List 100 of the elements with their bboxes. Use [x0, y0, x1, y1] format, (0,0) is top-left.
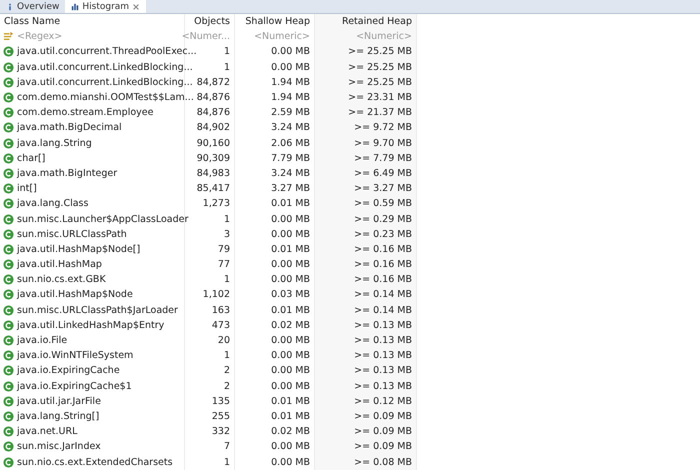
class-icon — [3, 396, 14, 407]
retained-heap-cell: >= 9.70 MB — [315, 136, 417, 151]
class-icon — [3, 244, 14, 255]
retained-heap-cell: >= 0.23 MB — [315, 226, 417, 242]
class-name-cell: java.util.concurrent.LinkedBlocking... — [17, 76, 193, 88]
class-name-cell: java.io.ExpiringCache$1 — [17, 380, 132, 392]
class-icon — [3, 289, 14, 300]
objects-cell: 90,309 — [185, 150, 235, 166]
retained-heap-cell: >= 23.31 MB — [315, 90, 417, 106]
retained-heap-cell: >= 0.13 MB — [315, 378, 417, 394]
retained-heap-cell: >= 6.49 MB — [315, 166, 417, 182]
class-icon — [3, 107, 14, 118]
class-name-cell: com.demo.mianshi.OOMTest$$Lam... — [17, 92, 194, 104]
filter-icon — [3, 31, 14, 42]
class-icon — [3, 214, 14, 225]
class-name-cell: java.io.ExpiringCache — [17, 365, 120, 376]
retained-heap-cell: >= 0.12 MB — [315, 394, 417, 409]
objects-cell: 1,102 — [185, 287, 235, 303]
objects-cell: 135 — [185, 394, 235, 409]
objects-cell: 163 — [185, 302, 235, 318]
class-name-cell: java.util.LinkedHashMap$Entry — [17, 320, 164, 331]
class-icon — [3, 335, 14, 346]
retained-heap-cell: >= 0.16 MB — [315, 272, 417, 288]
class-icon — [3, 441, 14, 452]
class-name-cell: java.util.concurrent.LinkedBlocking... — [17, 62, 193, 73]
objects-cell: 1 — [185, 454, 235, 470]
class-icon — [3, 76, 14, 88]
column-header[interactable]: Retained Heap — [315, 14, 417, 30]
class-icon — [3, 138, 14, 149]
class-name-cell: sun.nio.cs.ext.GBK — [17, 274, 106, 286]
class-name-cell: java.math.BigDecimal — [17, 122, 122, 134]
class-name-cell: java.util.HashMap — [17, 259, 102, 270]
objects-cell: 2 — [185, 363, 235, 378]
close-icon[interactable] — [132, 2, 140, 10]
class-name-cell: sun.misc.Launcher$AppClassLoader — [17, 214, 188, 225]
class-icon — [3, 92, 14, 104]
class-icon — [3, 198, 14, 210]
class-icon — [3, 46, 14, 58]
class-name-cell: java.lang.Class — [17, 198, 88, 210]
objects-cell: 1,273 — [185, 196, 235, 212]
objects-cell: 2 — [185, 378, 235, 394]
retained-heap-cell: >= 0.59 MB — [315, 196, 417, 212]
class-name-cell: java.util.HashMap$Node — [17, 289, 133, 300]
class-icon — [3, 183, 14, 194]
retained-heap-cell: >= 0.14 MB — [315, 302, 417, 318]
class-name-cell: sun.nio.cs.ext.ExtendedCharsets — [17, 456, 173, 468]
class-icon — [3, 274, 14, 286]
objects-cell: 79 — [185, 242, 235, 257]
objects-cell: 84,902 — [185, 120, 235, 136]
class-icon — [3, 259, 14, 270]
class-icon — [3, 380, 14, 392]
objects-cell: 77 — [185, 257, 235, 272]
column-header[interactable]: Objects — [185, 14, 235, 30]
tab[interactable]: Histogram — [65, 0, 146, 13]
info-icon — [6, 2, 14, 10]
objects-cell: 1 — [185, 272, 235, 288]
class-name-cell: java.lang.String — [17, 138, 92, 149]
class-icon — [3, 228, 14, 240]
retained-heap-cell: >= 0.29 MB — [315, 211, 417, 227]
bar-chart-icon — [71, 2, 80, 10]
tab[interactable]: Overview — [0, 0, 66, 13]
retained-heap-cell: >= 25.25 MB — [315, 60, 417, 75]
class-name-cell: java.util.jar.JarFile — [17, 396, 101, 407]
class-icon — [3, 320, 14, 331]
objects-cell: 332 — [185, 424, 235, 440]
retained-heap-cell: >= 3.27 MB — [315, 181, 417, 196]
class-name-cell: com.demo.stream.Employee — [17, 107, 154, 118]
retained-heap-cell: >= 0.13 MB — [315, 363, 417, 378]
class-name-cell: java.math.BigInteger — [17, 168, 118, 179]
class-icon — [3, 304, 14, 316]
class-icon — [3, 152, 14, 164]
class-icon — [3, 122, 14, 134]
retained-heap-cell: >= 0.16 MB — [315, 242, 417, 257]
objects-cell: 3 — [185, 226, 235, 242]
objects-cell: 84,876 — [185, 105, 235, 120]
column-header[interactable]: Class Name — [0, 14, 185, 30]
class-name-cell: java.net.URL — [17, 426, 78, 438]
class-name-cell: java.util.HashMap$Node[] — [17, 244, 140, 255]
class-name-cell: java.util.concurrent.ThreadPoolExec... — [17, 46, 197, 58]
class-icon — [3, 426, 14, 438]
class-icon — [3, 62, 14, 73]
retained-heap-cell: >= 0.09 MB — [315, 439, 417, 454]
class-icon — [3, 168, 14, 179]
retained-heap-cell: >= 21.37 MB — [315, 105, 417, 120]
objects-cell: 20 — [185, 332, 235, 348]
class-icon — [3, 350, 14, 362]
retained-heap-cell: >= 0.16 MB — [315, 257, 417, 272]
class-icon — [3, 410, 14, 422]
retained-heap-cell: >= 0.13 MB — [315, 332, 417, 348]
class-name-cell: java.lang.String[] — [17, 410, 100, 422]
class-name-cell: java.io.WinNTFileSystem — [17, 350, 134, 362]
retained-heap-cell: >= 0.14 MB — [315, 287, 417, 303]
retained-heap-cell: >= 0.08 MB — [315, 454, 417, 470]
objects-cell: 90,160 — [185, 136, 235, 151]
class-name-cell: int[] — [17, 183, 37, 194]
class-name-cell: char[] — [17, 152, 46, 164]
class-icon — [3, 365, 14, 376]
retained-heap-cell: >= 0.09 MB — [315, 424, 417, 440]
class-name-cell: java.io.File — [17, 335, 68, 346]
retained-heap-cell: >= 7.79 MB — [315, 150, 417, 166]
